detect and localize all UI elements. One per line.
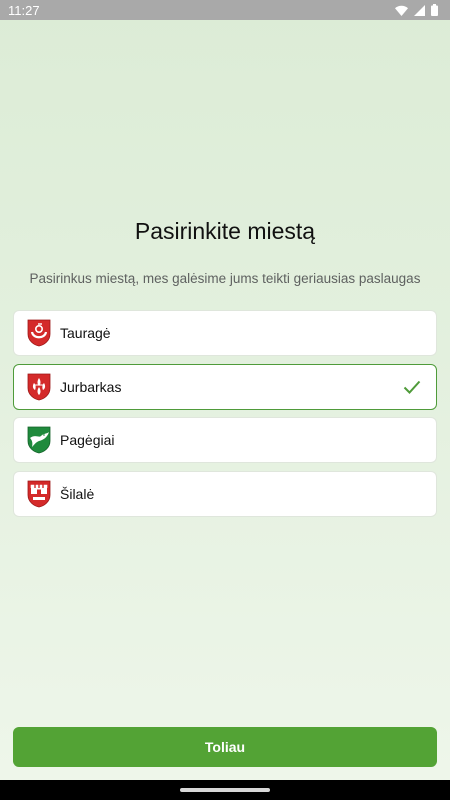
status-icons [395,4,438,16]
city-name: Šilalė [60,485,95,502]
battery-icon [431,4,438,16]
navigation-bar [0,780,450,800]
wifi-icon [395,5,408,16]
city-selection-screen: 11:27 Pasirinkite miestą Pasirinkus mies… [0,0,450,780]
city-option-pagegiai[interactable]: Pagėgiai [13,417,437,463]
pagegiai-crest-icon [27,426,51,454]
city-option-silale[interactable]: Šilalė [13,470,437,517]
silale-crest-icon [27,480,51,507]
cellular-signal-icon [414,4,425,16]
page-title: Pasirinkite miestą [134,218,316,244]
city-name: Pagėgiai [60,432,115,448]
city-list: Tauragė Jurbarkas Pagėgiai Šilalė [13,310,437,524]
status-bar: 11:27 [0,0,450,20]
taurage-crest-icon [27,319,51,347]
city-name: Tauragė [60,325,111,341]
city-option-taurage[interactable]: Tauragė [13,310,437,356]
city-option-jurbarkas[interactable]: Jurbarkas [13,363,437,410]
next-button[interactable]: Toliau [13,727,437,767]
jurbarkas-crest-icon [27,373,51,400]
page-subtitle: Pasirinkus miestą, mes galėsime jums tei… [29,271,421,286]
status-time: 11:27 [8,2,40,18]
home-gesture-handle[interactable] [180,788,270,792]
city-name: Jurbarkas [60,378,122,395]
check-icon [403,380,421,394]
